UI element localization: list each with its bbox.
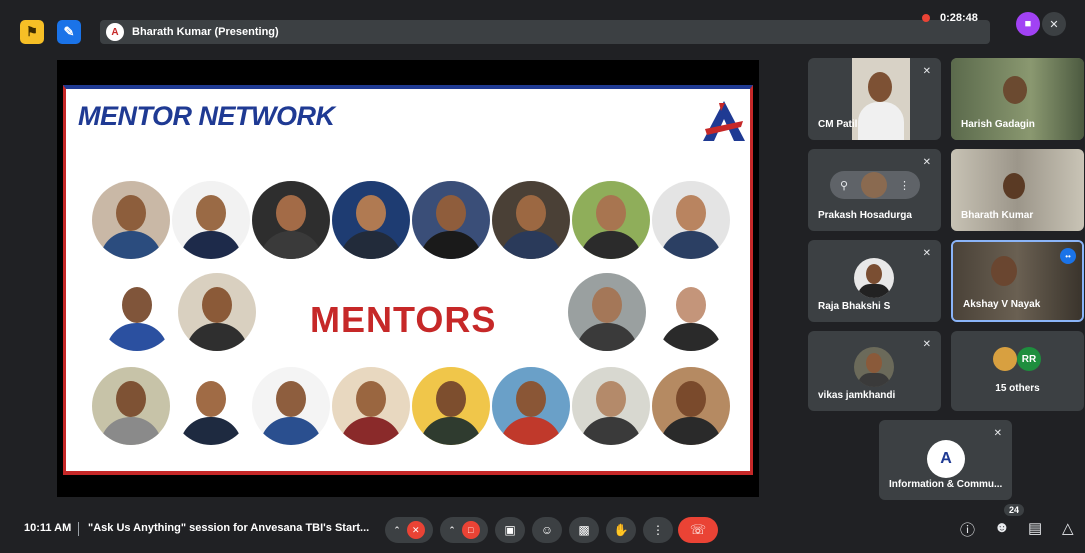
phone-hangup-icon: ☏ xyxy=(689,522,707,537)
mentor-photo xyxy=(172,181,250,259)
people-icon[interactable]: ☻ xyxy=(994,519,1010,536)
presenter-avatar: A xyxy=(106,23,124,41)
recording-indicator: 0:28:48 xyxy=(922,12,978,24)
mentor-photo xyxy=(412,181,490,259)
mentor-photo xyxy=(332,367,410,445)
meeting-info-icon[interactable]: ⓘ xyxy=(960,519,975,540)
anvesana-logo-icon xyxy=(703,101,745,141)
mic-off-icon[interactable]: ✕ xyxy=(406,521,425,539)
mentor-photo xyxy=(572,367,650,445)
mic-off-icon: ✕ xyxy=(922,248,931,259)
meeting-title: "Ask Us Anything" session for Anvesana T… xyxy=(88,522,370,534)
participant-tile[interactable]: ✕ vikas jamkhandi xyxy=(808,331,941,411)
mentor-photo xyxy=(252,367,330,445)
others-count-label: 15 others xyxy=(995,383,1040,394)
tile-hover-controls: ⚲ ⋮ xyxy=(830,171,920,199)
speaking-indicator-icon: •• xyxy=(1060,248,1076,264)
mentor-photo xyxy=(172,367,250,445)
more-options-icon[interactable]: ⋮ xyxy=(899,179,910,192)
mentor-photo xyxy=(332,181,410,259)
mic-off-icon: ✕ xyxy=(993,428,1002,439)
hand-icon: ✋ xyxy=(613,523,629,537)
mentor-photo xyxy=(568,273,646,351)
presenter-bar[interactable]: A Bharath Kumar (Presenting) xyxy=(100,20,990,44)
participant-tile[interactable]: Bharath Kumar xyxy=(951,149,1084,231)
present-button[interactable]: ▩ xyxy=(569,517,599,543)
slide-canvas: MENTOR NETWORK MENTORS xyxy=(63,85,753,475)
emoji-icon: ☺ xyxy=(540,523,554,537)
captions-icon: ▣ xyxy=(504,523,516,537)
mic-off-icon: ✕ xyxy=(922,339,931,350)
chat-icon[interactable]: ▤ xyxy=(1028,519,1042,537)
mic-off-icon: ✕ xyxy=(922,66,931,77)
participant-tile[interactable]: ⚲ ⋮ ✕ Prakash Hosadurga xyxy=(808,149,941,231)
participant-tile[interactable]: Harish Gadagin xyxy=(951,58,1084,140)
mentors-heading: MENTORS xyxy=(310,299,497,340)
participant-video xyxy=(852,58,910,140)
mentor-photo xyxy=(252,181,330,259)
raise-hand-button[interactable]: ✋ xyxy=(606,517,636,543)
participant-tile-active-speaker[interactable]: •• Akshay V Nayak xyxy=(951,240,1084,322)
participant-initials-avatar: RR xyxy=(1017,347,1041,371)
present-screen-icon: ▩ xyxy=(578,523,590,537)
presenter-label: Bharath Kumar (Presenting) xyxy=(132,26,279,38)
participant-name: Raja Bhakshi S xyxy=(818,301,891,312)
reactions-button[interactable]: ☺ xyxy=(532,517,562,543)
camera-toggle-button[interactable]: ⌃ □ xyxy=(440,517,488,543)
camera-off-icon[interactable]: □ xyxy=(461,521,480,539)
top-bar: ⚑ ✎ A Bharath Kumar (Presenting) 0:28:48… xyxy=(0,0,1085,48)
bottom-bar: 10:11 AM "Ask Us Anything" session for A… xyxy=(0,504,1085,553)
participant-tile[interactable]: ✕ CM Patil xyxy=(808,58,941,140)
participant-count-badge: 24 xyxy=(1004,504,1025,516)
whiteboard-pen-icon[interactable]: ✎ xyxy=(57,20,81,44)
mentor-photo xyxy=(572,181,650,259)
others-tile[interactable]: RR 15 others xyxy=(951,331,1084,411)
pin-icon[interactable]: ⚲ xyxy=(840,179,848,192)
participant-avatar xyxy=(854,347,894,387)
recording-dot-icon xyxy=(922,14,930,22)
more-vertical-icon: ⋮ xyxy=(652,523,664,537)
mentor-photo xyxy=(652,273,730,351)
participant-avatar xyxy=(854,258,894,298)
mentor-photo xyxy=(652,367,730,445)
mentor-photo xyxy=(92,367,170,445)
slide: MENTOR NETWORK MENTORS xyxy=(63,85,753,532)
hand-raise-toggle-icon[interactable]: ⚑ xyxy=(20,20,44,44)
mentor-photo xyxy=(492,181,570,259)
participant-name: Akshay V Nayak xyxy=(963,299,1041,310)
slide-title: MENTOR NETWORK xyxy=(78,101,335,131)
participant-tile[interactable]: A ✕ Information & Commu... xyxy=(879,420,1012,500)
participant-name: vikas jamkhandi xyxy=(818,390,896,401)
mentor-photo xyxy=(92,181,170,259)
participant-name: Prakash Hosadurga xyxy=(818,210,912,221)
stop-recording-icon[interactable]: ■ xyxy=(1016,12,1040,36)
recording-time: 0:28:48 xyxy=(940,12,978,24)
divider xyxy=(78,522,79,536)
participant-name: Bharath Kumar xyxy=(961,210,1034,221)
leave-call-button[interactable]: ☏ xyxy=(678,517,718,543)
mic-off-icon: ✕ xyxy=(922,157,931,168)
more-options-button[interactable]: ⋮ xyxy=(643,517,673,543)
participant-name: Information & Commu... xyxy=(889,479,1003,490)
participant-name: Harish Gadagin xyxy=(961,119,1035,130)
mentor-photo xyxy=(98,273,176,351)
presentation-stage: MENTOR NETWORK MENTORS xyxy=(57,60,759,497)
mentor-photo xyxy=(652,181,730,259)
participant-avatar: A xyxy=(927,440,965,478)
clock-time: 10:11 AM xyxy=(24,522,72,534)
chevron-up-icon[interactable]: ⌃ xyxy=(448,525,456,536)
mentor-photo xyxy=(492,367,570,445)
participant-tile[interactable]: ✕ Raja Bhakshi S xyxy=(808,240,941,322)
mentor-photo xyxy=(412,367,490,445)
mic-toggle-button[interactable]: ⌃ ✕ xyxy=(385,517,433,543)
participant-avatar xyxy=(860,172,887,198)
chevron-up-icon[interactable]: ⌃ xyxy=(393,525,401,536)
activities-icon[interactable]: △ xyxy=(1062,519,1074,537)
mic-off-icon[interactable]: ✕ xyxy=(1042,12,1066,36)
captions-button[interactable]: ▣ xyxy=(495,517,525,543)
participant-name: CM Patil xyxy=(818,119,858,130)
participant-avatar xyxy=(993,347,1017,371)
mentor-photo xyxy=(178,273,256,351)
